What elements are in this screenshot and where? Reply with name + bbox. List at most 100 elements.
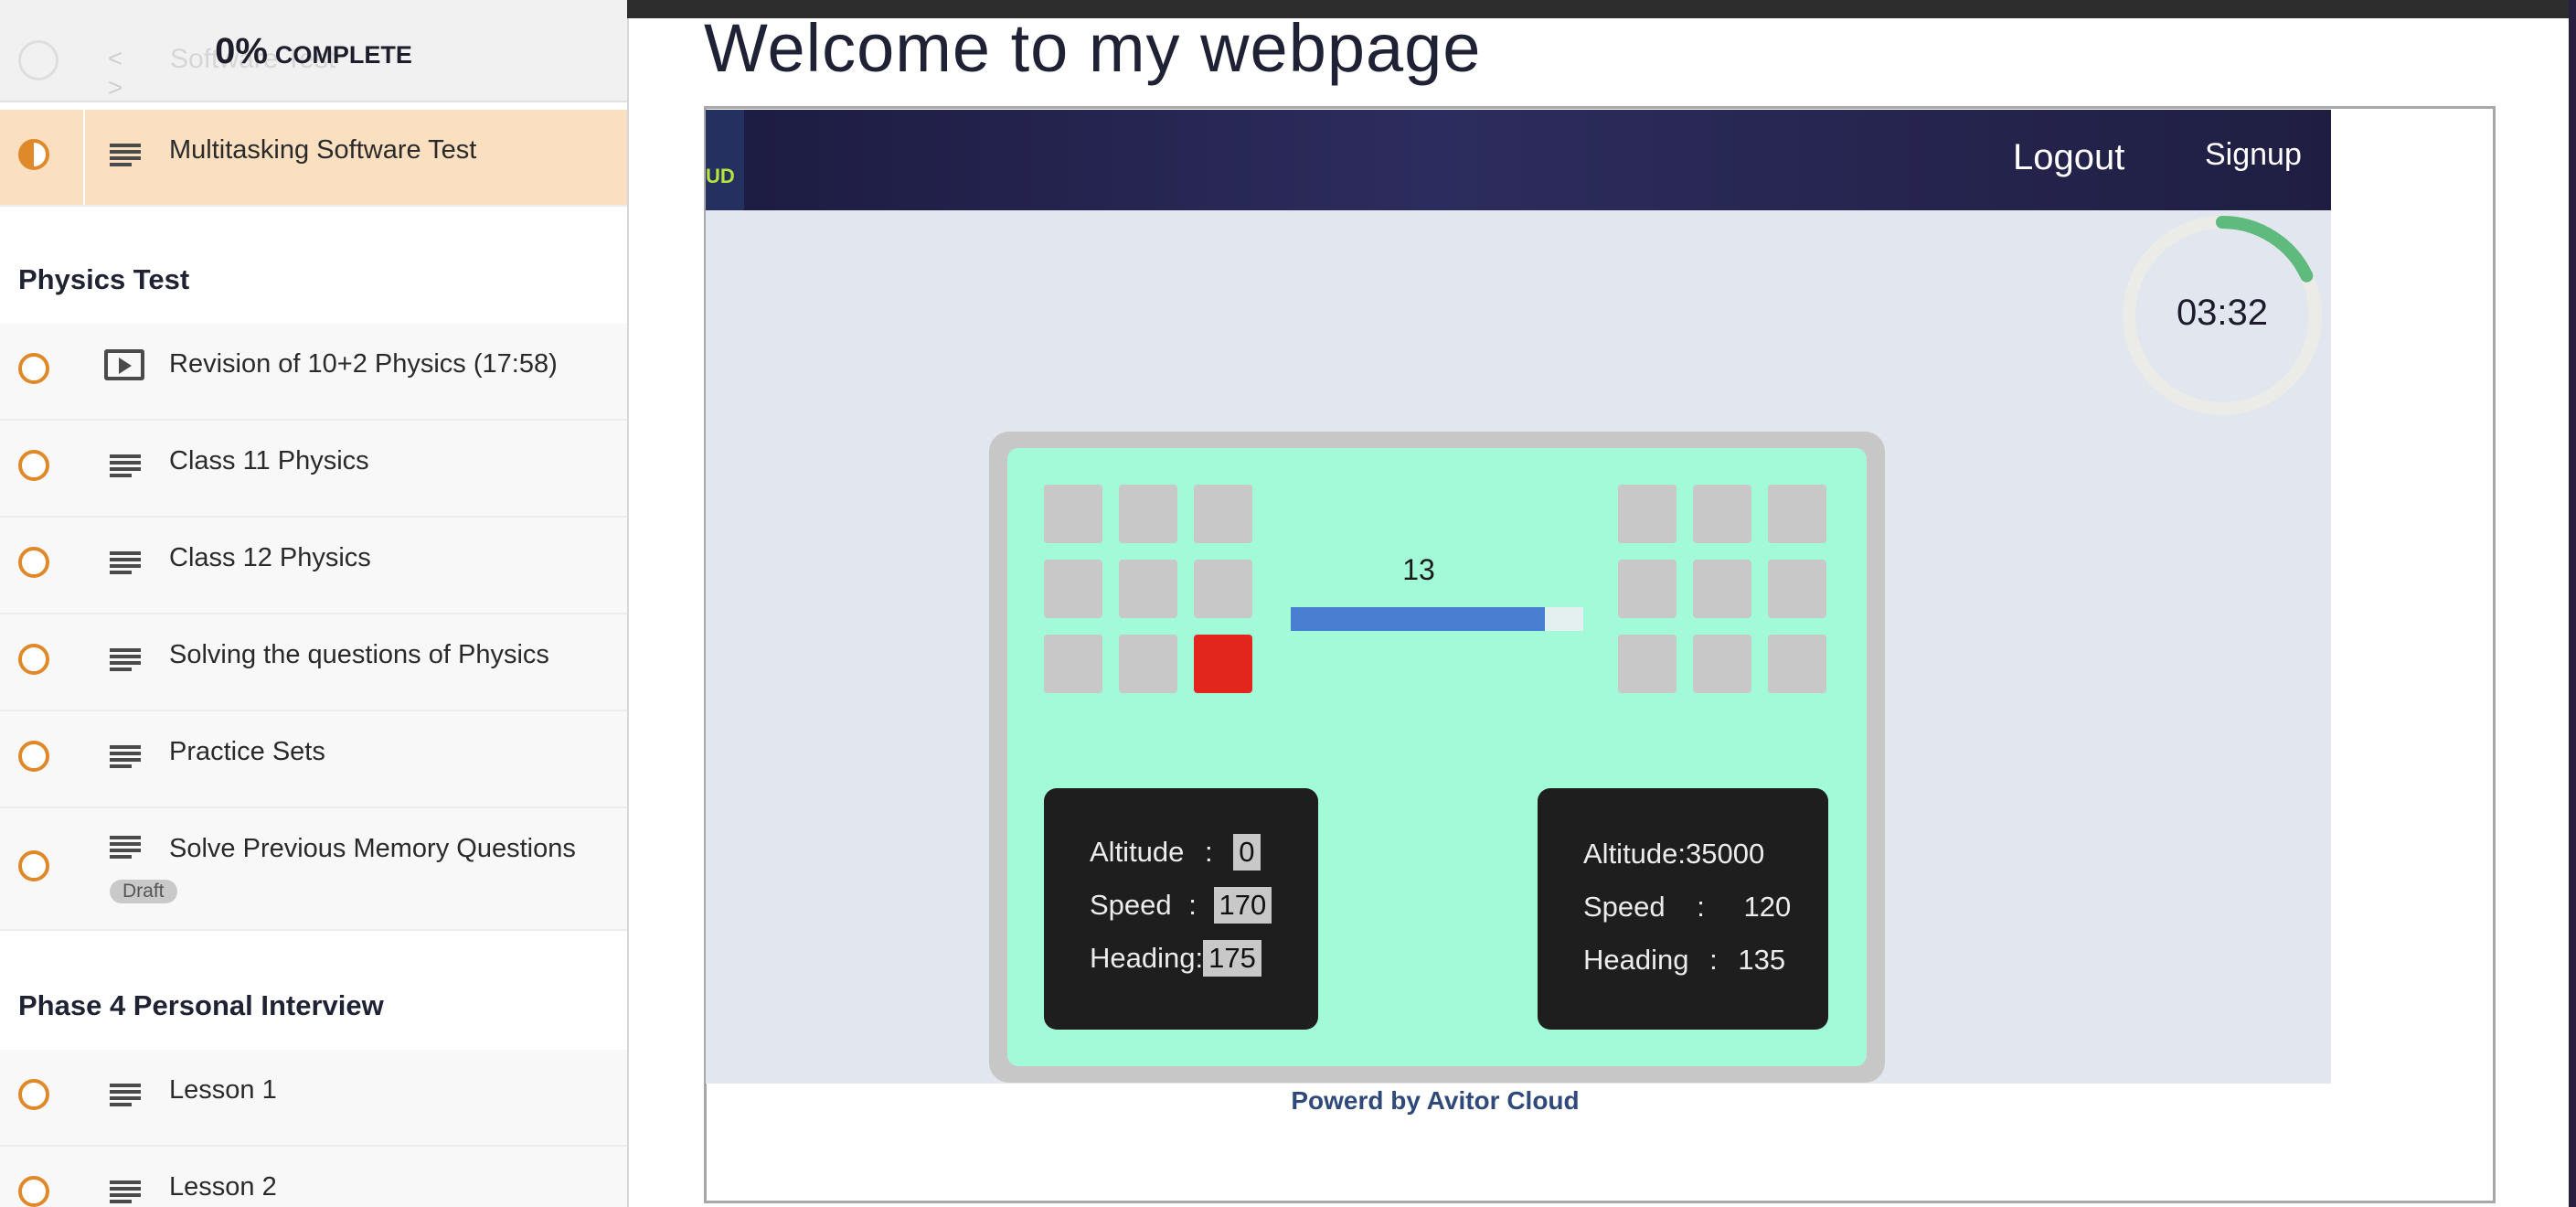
altitude-label: Altitude [1090, 836, 1185, 868]
sidebar-item-revision-physics[interactable]: Revision of 10+2 Physics (17:58) [0, 324, 627, 421]
sidebar-item-solving-questions-physics[interactable]: Solving the questions of Physics [0, 614, 627, 711]
speed-row: Speed : 170 [1090, 887, 1272, 924]
grid-cell[interactable] [1618, 485, 1677, 543]
lesson-title: Lesson 1 [169, 1075, 277, 1105]
slider-value: 13 [1402, 553, 1435, 586]
simulator-screen: 13 Altitude : 0 Speed : 170 Heading:175 [1007, 448, 1867, 1066]
grid-cell[interactable] [1768, 485, 1826, 543]
course-sidebar: < > Software Test 0% COMPLETE Multitaskin… [0, 0, 629, 1207]
grid-cell[interactable] [1119, 485, 1177, 543]
speed-label: Speed [1090, 889, 1172, 921]
lesson-status-half-icon [18, 139, 49, 170]
sidebar-item-class-12-physics[interactable]: Class 12 Physics [0, 518, 627, 614]
left-flight-panel: Altitude : 0 Speed : 170 Heading: 175 [1044, 788, 1318, 1030]
grid-cell[interactable] [1693, 485, 1751, 543]
altitude-row: Altitude : 0 [1090, 834, 1261, 871]
lesson-status-circle [18, 547, 49, 578]
page-title: Welcome to my webpage [704, 10, 1482, 86]
app-logo[interactable]: UD [706, 110, 744, 210]
course-progress: < > Software Test 0% COMPLETE [0, 0, 627, 102]
text-lesson-icon [110, 836, 141, 860]
sidebar-item-lesson-1[interactable]: Lesson 1 [0, 1050, 627, 1147]
heading-label: Heading [1583, 944, 1689, 976]
section-title-physics-test: Physics Test [18, 263, 190, 295]
text-lesson-icon [110, 648, 141, 672]
speed-label: Speed [1583, 891, 1666, 923]
text-lesson-icon [110, 144, 141, 167]
simulator-panel: 13 Altitude : 0 Speed : 170 Heading:175 [989, 432, 1885, 1083]
grid-cell[interactable] [1618, 560, 1677, 618]
grid-cell-active[interactable] [1194, 635, 1252, 693]
lesson-status-circle [18, 1079, 49, 1110]
app-navbar: UD Logout Signup [706, 110, 2331, 210]
progress-label: COMPLETE [274, 41, 412, 69]
lesson-title: Solving the questions of Physics [169, 640, 549, 669]
grid-cell[interactable] [1194, 485, 1252, 543]
grid-cell[interactable] [1693, 635, 1751, 693]
speed-row: Speed : 120 [1583, 891, 1791, 924]
draft-badge: Draft [110, 880, 177, 903]
section-title-phase-4-personal-interview: Phase 4 Personal Interview [18, 989, 384, 1021]
heading-value: 135 [1738, 944, 1786, 976]
grid-cell[interactable] [1044, 485, 1102, 543]
lesson-title: Lesson 2 [169, 1172, 277, 1202]
lesson-status-circle [18, 644, 49, 675]
signup-link[interactable]: Signup [2205, 137, 2302, 173]
speed-input[interactable]: 170 [1213, 887, 1272, 924]
lesson-title: Revision of 10+2 Physics (17:58) [169, 349, 558, 379]
grid-cell[interactable] [1044, 635, 1102, 693]
heading-input[interactable]: 175 [1203, 940, 1261, 977]
lesson-title: Multitasking Software Test [169, 135, 477, 165]
grid-cell[interactable] [1044, 560, 1102, 618]
text-lesson-icon [110, 1180, 141, 1204]
grid-cell[interactable] [1119, 635, 1177, 693]
right-flight-panel: Altitude:35000 Speed : 120 Heading : 135 [1538, 788, 1828, 1030]
lesson-title: Solve Previous Memory Questions [169, 834, 576, 863]
slider-fill [1291, 607, 1546, 631]
speed-value: 120 [1743, 891, 1792, 923]
video-lesson-icon [104, 349, 144, 380]
separator: : [1188, 889, 1197, 921]
grid-cell[interactable] [1768, 560, 1826, 618]
text-lesson-icon [110, 745, 141, 769]
level-slider[interactable] [1291, 607, 1583, 631]
progress-percent: 0% [215, 31, 268, 71]
divider [83, 110, 85, 205]
sidebar-item-class-11-physics[interactable]: Class 11 Physics [0, 421, 627, 518]
lesson-title: Class 12 Physics [169, 543, 371, 572]
text-lesson-icon [110, 454, 141, 478]
heading-row: Heading: 175 [1090, 940, 1261, 977]
lesson-status-circle [18, 450, 49, 481]
lesson-title: Practice Sets [169, 737, 325, 766]
logo-text: UD [706, 165, 735, 187]
text-lesson-icon [110, 551, 141, 575]
logout-link[interactable]: Logout [2013, 137, 2124, 178]
grid-cell[interactable] [1618, 635, 1677, 693]
sidebar-item-practice-sets[interactable]: Practice Sets [0, 711, 627, 808]
grid-cell[interactable] [1693, 560, 1751, 618]
footer-credit: Powerd by Avitor Cloud [1291, 1086, 1580, 1115]
grid-cell[interactable] [1768, 635, 1826, 693]
grid-cell[interactable] [1119, 560, 1177, 618]
heading-label: Heading: [1090, 942, 1204, 974]
lesson-status-circle [18, 1176, 49, 1207]
sidebar-item-solve-previous-memory-questions[interactable]: Solve Previous Memory Questions Draft [0, 808, 627, 931]
altitude-input[interactable]: 0 [1233, 834, 1261, 871]
window-edge [2569, 0, 2576, 1207]
timer-text: 03:32 [2176, 293, 2269, 333]
lesson-status-circle [18, 353, 49, 384]
app-content: 03:32 13 Altitude : 0 Speed : 170 Headin… [706, 210, 2331, 1084]
sidebar-item-lesson-2[interactable]: Lesson 2 [0, 1147, 627, 1207]
grid-cell[interactable] [1194, 560, 1252, 618]
lesson-title: Class 11 Physics [169, 446, 369, 475]
separator: : [1205, 836, 1213, 868]
sidebar-item-multitasking-software-test[interactable]: Multitasking Software Test [0, 110, 627, 207]
altitude-row: Altitude:35000 [1583, 838, 1765, 870]
separator: : [1697, 891, 1705, 923]
lesson-status-circle [18, 850, 49, 881]
separator: : [1709, 944, 1718, 976]
heading-row: Heading : 135 [1583, 944, 1785, 977]
text-lesson-icon [110, 1084, 141, 1107]
countdown-timer: 03:32 [2117, 210, 2327, 421]
progress-indicator: 0% COMPLETE [0, 31, 627, 72]
